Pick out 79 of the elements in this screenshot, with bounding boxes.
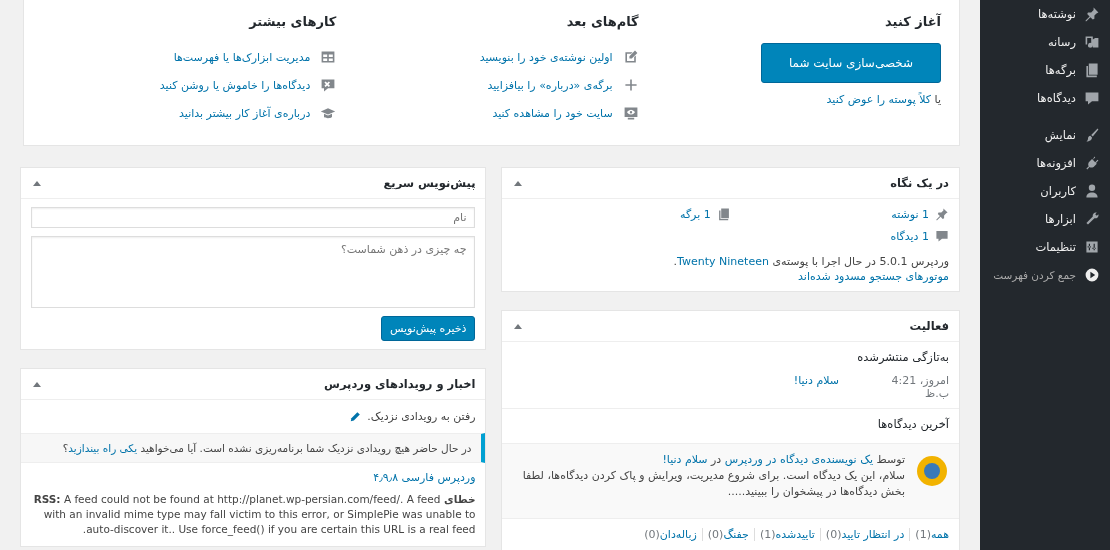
speech-bubble-icon: [1084, 90, 1100, 106]
panel-title: اخبار و رویدادهای وردپرس: [324, 377, 476, 391]
plus-icon: [622, 77, 639, 93]
comment-byline: توسط یک نویسنده‌ی دیدگاه در وردپرس در سلام دنیا!: [661, 452, 905, 468]
screen-eye-icon: [622, 105, 639, 121]
sidebar-item[interactable]: جمع کردن فهرست: [980, 261, 1110, 289]
filter-count: (1): [759, 527, 776, 541]
events-intro-text: رفتن به رویدادی نزدیک.: [367, 410, 476, 423]
avatar-icon: [917, 456, 947, 486]
pages-icon: [1084, 62, 1100, 78]
action-link[interactable]: برگه‌ی «درباره» را بیافزایید: [487, 78, 613, 92]
note-text: یا: [934, 93, 941, 106]
publish-date: امروز، 4:21 ب.ظ: [890, 374, 949, 400]
change-theme-link[interactable]: کلاً پوسته را عوض کنید: [826, 93, 932, 106]
action-link[interactable]: سایت خود را مشاهده کنید: [492, 106, 613, 120]
filter-link[interactable]: زباله‌دان: [659, 527, 697, 541]
filter-count: (1): [915, 527, 931, 541]
sidebar-item[interactable]: رسانه: [980, 28, 1110, 56]
action-link[interactable]: مدیریت ابزارک‌ها یا فهرست‌ها: [173, 50, 311, 64]
panel-title: در یک نگاه: [890, 176, 949, 190]
media-icon: [1084, 34, 1100, 50]
sidebar-item[interactable]: نمایش: [980, 121, 1110, 149]
collapse-toggle-icon[interactable]: [33, 381, 41, 387]
events-notice: در حال حاضر هیچ رویدادی نزدیک شما برنامه‌ریزی نشده است. آیا می‌خواهید یکی راه بیندازید؟: [21, 433, 486, 463]
brush-icon: [1084, 127, 1100, 143]
action-link[interactable]: اولین نوشته‌ی خود را بنویسید: [479, 50, 613, 64]
comment-text: سلام، این یک دیدگاه است. برای شروع مدیریت، ویرایش و پاک کردن دیدگاه‌ها، لطفا بخش دیدگاه‌ها در پیشخوان را ببینید.....: [521, 467, 905, 500]
post-link[interactable]: سلام دنیا!: [662, 453, 708, 466]
pencil-icon[interactable]: [349, 410, 362, 423]
save-draft-button[interactable]: ذخیره پیش‌نویس: [380, 316, 476, 341]
wrench-icon: [1084, 211, 1100, 227]
widgets-grid-icon: [320, 49, 337, 65]
person-icon: [1084, 183, 1100, 199]
stat-link[interactable]: 1 دیدگاه: [890, 229, 929, 243]
host-event-link[interactable]: یکی راه بیندازید: [68, 442, 138, 454]
pin-icon: [1084, 6, 1100, 22]
sidebar-item[interactable]: دیدگاه‌ها: [980, 84, 1110, 112]
collapse-toggle-icon[interactable]: [514, 180, 523, 186]
panel-title: پیش‌نویس سریع: [383, 176, 476, 190]
sidebar-item[interactable]: نوشته‌ها: [980, 0, 1110, 28]
sidebar-item[interactable]: ابزارها: [980, 205, 1110, 233]
search-engines-link[interactable]: موتورهای جستجو مسدود شده‌اند: [798, 270, 949, 283]
speech-bubble-x-icon: [320, 77, 337, 93]
post-link[interactable]: سلام دنیا!: [793, 374, 839, 400]
filter-count: (0): [707, 527, 724, 541]
section-heading: گام‌های بعد: [566, 14, 639, 29]
section-heading: آخرین دیدگاه‌ها: [876, 417, 949, 431]
section-heading: به‌تازگی منتشرشده: [856, 350, 949, 364]
action-link[interactable]: درباره‌ی آغاز کار بیشتر بدانید: [179, 106, 311, 120]
content-text-field[interactable]: چه چیزی در ذهن شماست؟: [31, 236, 476, 308]
filter-count: (0): [644, 527, 660, 541]
sidebar-item[interactable]: تنظیمات: [980, 233, 1110, 261]
filter-link[interactable]: تاییدشده: [775, 527, 815, 541]
author-link[interactable]: یک نویسنده‌ی دیدگاه در وردپرس: [724, 453, 874, 466]
plug-icon: [1084, 155, 1100, 171]
title-input-field[interactable]: نام: [31, 207, 476, 228]
collapse-toggle-icon[interactable]: [514, 323, 523, 329]
stat-link[interactable]: 1 نوشته: [891, 207, 929, 221]
sidebar-item[interactable]: برگه‌ها: [980, 56, 1110, 84]
pin-icon: [935, 207, 949, 221]
sidebar-item[interactable]: کاربران: [980, 177, 1110, 205]
section-heading: کارهای بیشتر: [249, 14, 337, 29]
panel-title: فعالیت: [909, 319, 949, 333]
pages-icon: [716, 207, 731, 221]
graduation-cap-icon: [320, 105, 337, 121]
sidebar-item[interactable]: افزونه‌ها: [980, 149, 1110, 177]
filter-link[interactable]: در انتظار تایید: [841, 527, 905, 541]
stat-link[interactable]: 1 برگه: [680, 207, 711, 221]
theme-link[interactable]: Twenty Nineteen: [677, 255, 769, 268]
filter-link[interactable]: همه: [930, 527, 949, 541]
customize-button[interactable]: شخصی‌سازی سایت شما: [761, 43, 941, 83]
edit-note-icon: [622, 49, 639, 65]
collapse-toggle-icon[interactable]: [33, 180, 41, 186]
speech-bubble-icon: [935, 229, 949, 243]
section-heading: آغاز کنید: [885, 14, 941, 29]
action-link[interactable]: دیدگاه‌ها را خاموش یا روشن کنید: [159, 78, 311, 92]
feed-title-link[interactable]: وردپرس فارسی ۴٫۹٫۸: [373, 471, 476, 484]
filter-link[interactable]: جفنگ: [723, 527, 749, 541]
sliders-icon: [1084, 239, 1100, 255]
